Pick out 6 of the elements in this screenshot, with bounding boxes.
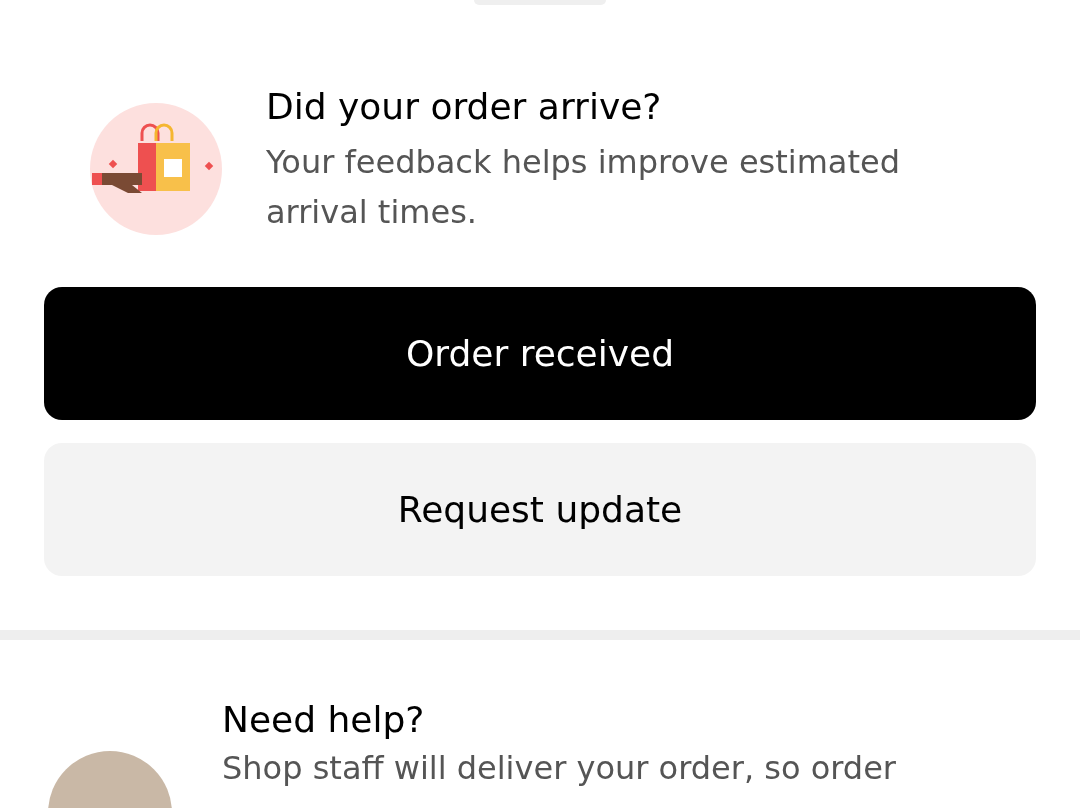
feedback-description: Your feedback helps improve estimated arrival times. <box>266 142 901 233</box>
help-title: Need help? <box>222 698 426 742</box>
order-received-button[interactable]: Order received <box>44 287 1036 420</box>
feedback-title: Did your order arrive? <box>266 85 663 129</box>
help-description: Shop staff will deliver your order, so order <box>222 748 896 788</box>
request-update-button[interactable]: Request update <box>44 443 1036 576</box>
